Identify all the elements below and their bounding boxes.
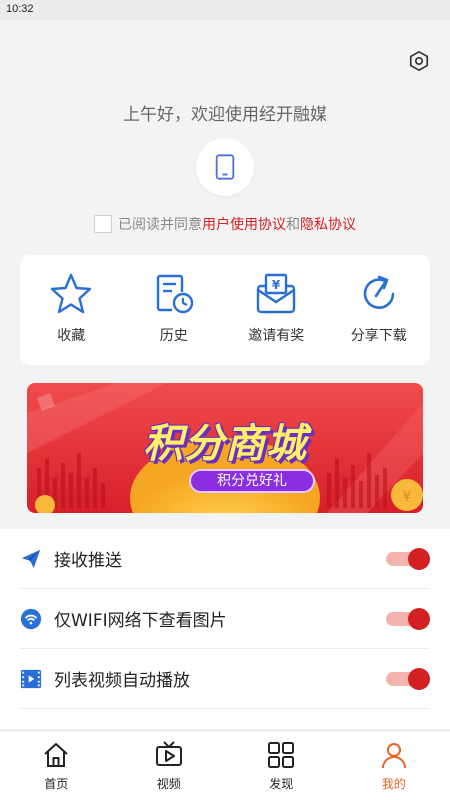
user-icon <box>381 743 406 769</box>
invite-icon: ¥ <box>257 273 296 314</box>
share-label: 分享下载 <box>350 328 407 344</box>
banner-title: 积分商城 <box>143 421 307 467</box>
user-agreement-link[interactable]: 用户使用协议 <box>202 214 286 234</box>
status-bar: 10:32 <box>0 0 450 20</box>
tab-mine-label: 我的 <box>381 777 406 791</box>
agreement-checkbox[interactable] <box>94 215 112 233</box>
wifi-images-toggle[interactable] <box>386 607 430 630</box>
status-time: 10:32 <box>6 3 34 15</box>
grid-icon <box>268 742 295 768</box>
tab-video-label: 视频 <box>156 777 181 791</box>
gear-icon <box>409 51 429 71</box>
push-toggle[interactable] <box>386 547 430 570</box>
settings-list: 接收推送 仅WIFI网络下查看图片 列表视频自动播放 <box>0 529 450 729</box>
video-icon <box>20 669 42 688</box>
tab-home[interactable]: 首页 <box>0 731 113 800</box>
points-mall-banner[interactable]: ¥ 积分商城 积分兑好礼 <box>27 383 423 513</box>
banner-subtitle: 积分兑好礼 <box>189 469 315 493</box>
invite-rewards-button[interactable]: ¥ 邀请有奖 <box>225 255 328 365</box>
history-button[interactable]: 历史 <box>123 255 226 365</box>
tab-discover[interactable]: 发现 <box>225 731 338 800</box>
tab-mine[interactable]: 我的 <box>338 731 450 800</box>
tab-discover-label: 发现 <box>269 777 294 791</box>
phone-login-button[interactable] <box>196 138 254 196</box>
share-icon <box>363 275 395 309</box>
phone-icon <box>215 154 235 180</box>
privacy-policy-link[interactable]: 隐私协议 <box>300 214 356 234</box>
share-download-button[interactable]: 分享下载 <box>328 255 431 365</box>
video-tab-icon <box>155 741 182 766</box>
setting-row-autoplay[interactable]: 列表视频自动播放 <box>20 649 430 709</box>
invite-label: 邀请有奖 <box>248 328 305 344</box>
tab-video[interactable]: 视频 <box>113 731 226 800</box>
quick-actions-card: 收藏 历史 ¥ 邀请有奖 分享下载 <box>20 255 430 365</box>
settings-gear-button[interactable] <box>408 50 430 72</box>
star-icon <box>51 273 92 314</box>
setting-row-wifi-images[interactable]: 仅WIFI网络下查看图片 <box>20 589 430 649</box>
autoplay-toggle[interactable] <box>386 667 430 690</box>
tab-home-label: 首页 <box>44 777 69 791</box>
bottom-tab-bar: 首页 视频 发现 我的 <box>0 730 450 800</box>
agreement-and: 和 <box>286 217 300 233</box>
send-icon <box>21 549 41 568</box>
setting-row-push[interactable]: 接收推送 <box>20 529 430 589</box>
setting-label-push: 接收推送 <box>54 551 122 571</box>
history-icon <box>156 274 193 314</box>
wifi-icon <box>20 608 42 629</box>
favorites-label: 收藏 <box>57 328 86 344</box>
setting-label-wifi: 仅WIFI网络下查看图片 <box>54 611 227 631</box>
greeting-text: 上午好，欢迎使用经开融媒 <box>123 105 327 125</box>
svg-text:¥: ¥ <box>403 489 412 505</box>
history-label: 历史 <box>159 328 188 344</box>
home-icon <box>44 743 68 767</box>
svg-text:¥: ¥ <box>272 278 281 292</box>
favorites-button[interactable]: 收藏 <box>20 255 123 365</box>
setting-label-autoplay: 列表视频自动播放 <box>54 671 190 691</box>
agreement-prefix: 已阅读并同意 <box>118 217 202 233</box>
agreement-row: 已阅读并同意 用户使用协议 和 隐私协议 <box>0 214 450 234</box>
